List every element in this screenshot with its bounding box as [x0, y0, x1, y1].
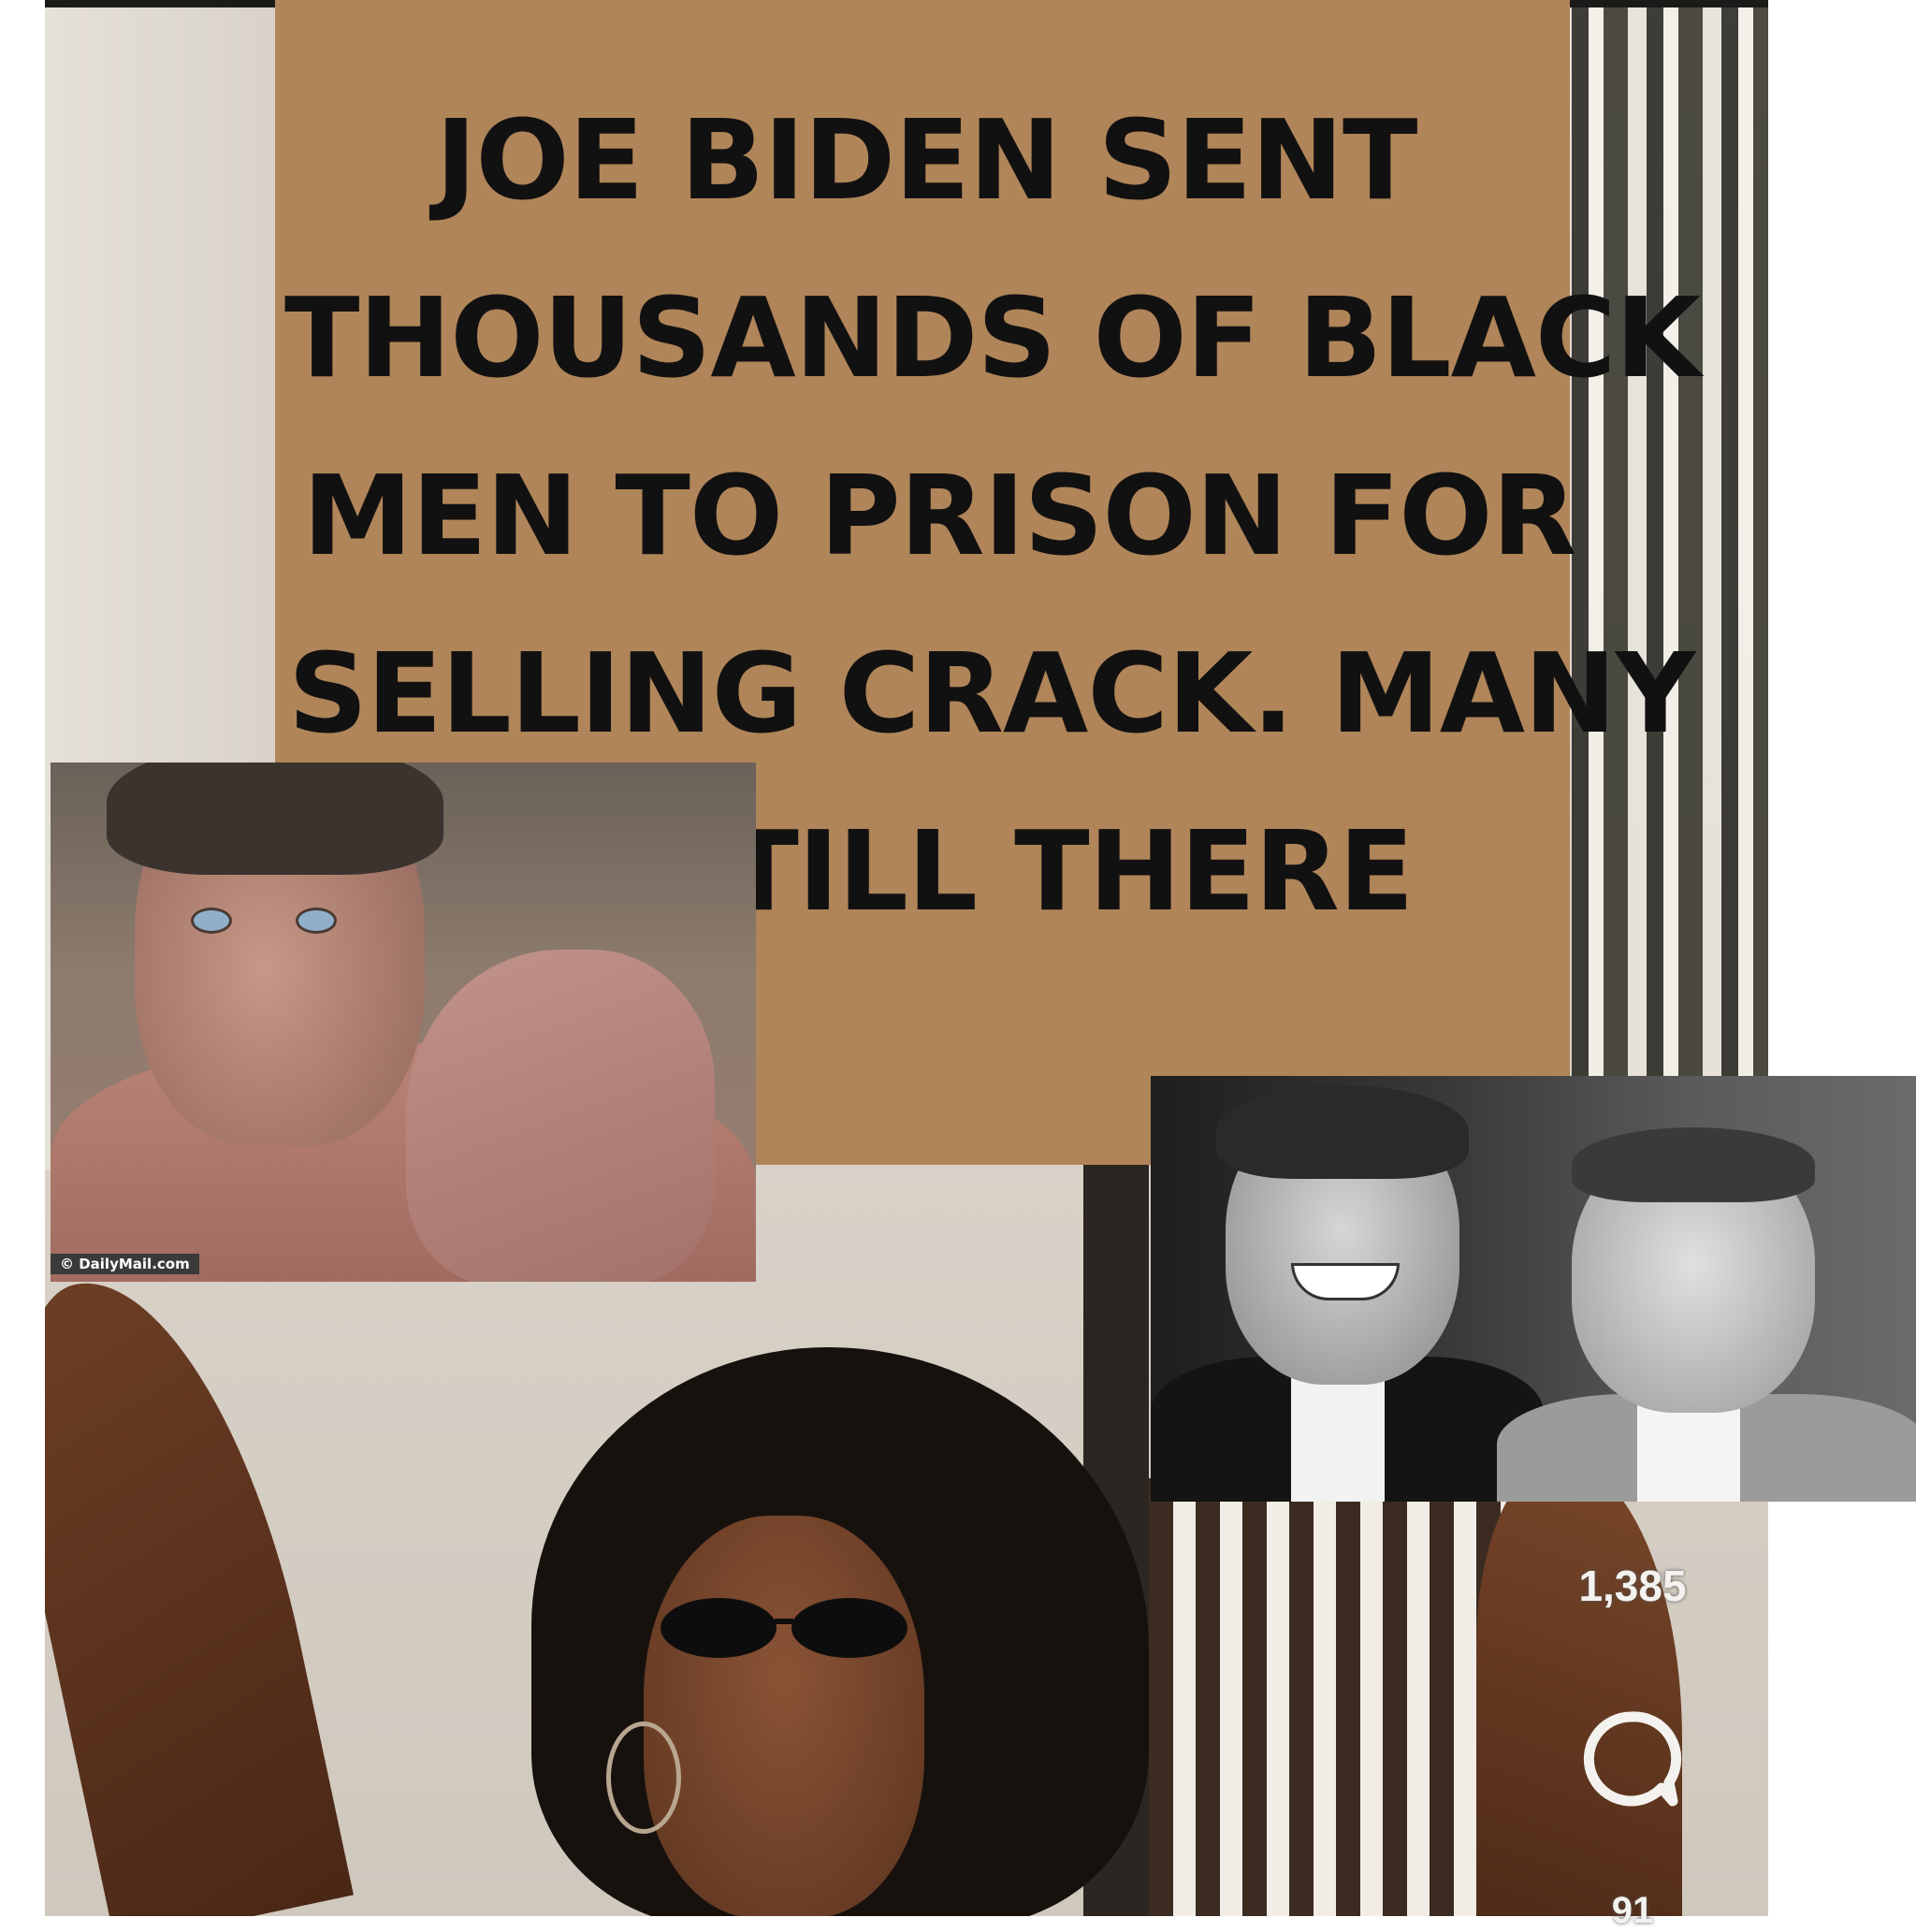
sunglasses-icon [660, 1598, 907, 1658]
inset-photo-two-men [1151, 1076, 1916, 1502]
woman-raised-arm-left [45, 1254, 354, 1916]
photo-hair [1216, 1085, 1469, 1179]
comments-count: 91 [1611, 1890, 1654, 1931]
caption-line-3: MEN TO PRISON FOR [302, 451, 1577, 580]
hoop-earring [606, 1721, 681, 1834]
photo-eye [191, 908, 232, 934]
photo-watermark: © DailyMail.com [51, 1254, 199, 1274]
caption-line-2: THOUSANDS OF BLACK [284, 273, 1701, 402]
comment-icon[interactable] [1579, 1707, 1682, 1810]
photo-hair [1572, 1127, 1815, 1202]
likes-count: 1,385 [1578, 1562, 1687, 1610]
inset-photo-man: © DailyMail.com [51, 763, 756, 1282]
photo-hair [107, 763, 443, 875]
photo-eye [296, 908, 337, 934]
background-window-grille [1572, 0, 1768, 1076]
photo-arm [406, 950, 715, 1282]
caption-line-1: JOE BIDEN SENT [435, 95, 1418, 225]
woman-face [644, 1516, 924, 1916]
social-stats-overlay: 1,385 91 [1553, 1544, 1721, 1931]
caption-line-4: SELLING CRACK. MANY [288, 629, 1695, 758]
